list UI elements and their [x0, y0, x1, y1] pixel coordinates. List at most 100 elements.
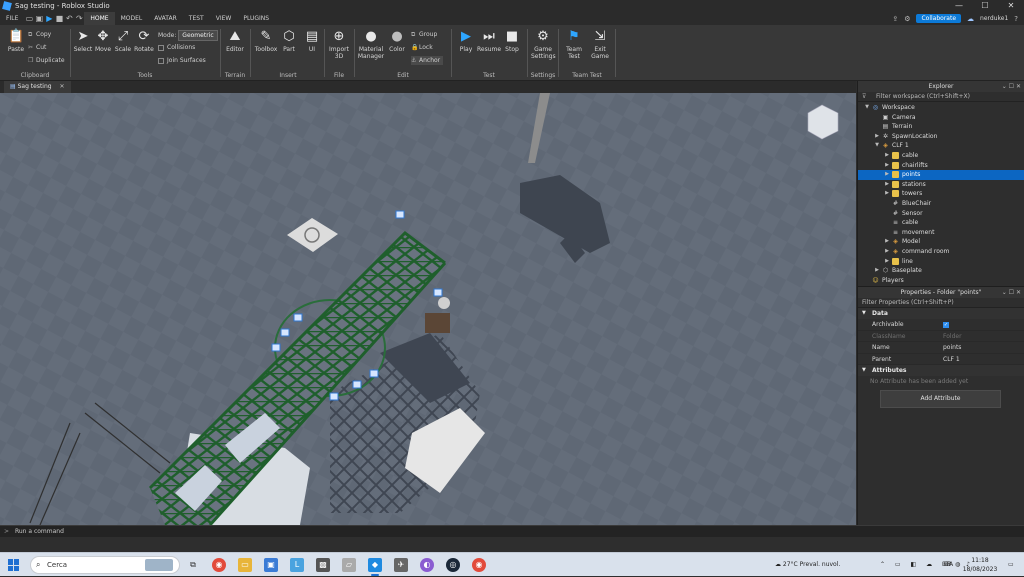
property-value[interactable]: points [943, 342, 961, 354]
app-icon-2[interactable]: ✈ [394, 558, 408, 572]
explorer-filter-input[interactable]: ⊽ Filter workspace (Ctrl+Shift+X) [858, 92, 1024, 102]
explorer-panel-controls[interactable]: ⌄ ☐ ✕ [1002, 81, 1021, 92]
archivable-checkbox[interactable]: ✓ [943, 322, 949, 328]
redo-icon[interactable]: ↷ [74, 14, 84, 23]
join-surfaces-checkbox[interactable] [158, 57, 164, 64]
expand-arrow-icon[interactable]: ▼ [874, 141, 880, 151]
expand-arrow-icon[interactable]: ▶ [874, 132, 880, 142]
3d-viewport[interactable] [0, 93, 856, 525]
join-surfaces-toggle[interactable]: Join Surfaces [158, 56, 206, 65]
l-app-icon[interactable]: L [290, 558, 304, 572]
explorer-item[interactable]: ▶ stations [858, 180, 1024, 190]
notifications-icon[interactable]: ▭ [1008, 553, 1014, 577]
properties-filter-input[interactable]: Filter Properties (Ctrl+Shift+P) [858, 298, 1024, 308]
team-test-button[interactable]: ⚑ Team Test [562, 29, 586, 60]
close-tab-icon[interactable]: ✕ [60, 83, 65, 90]
user-name[interactable]: nerduke1 [980, 15, 1008, 22]
open-icon[interactable]: ▣ [34, 14, 44, 23]
paste-button[interactable]: 📋 Paste [4, 29, 28, 53]
chrome-icon[interactable]: ◉ [212, 558, 226, 572]
maximize-button[interactable]: ☐ [972, 0, 998, 12]
game-settings-button[interactable]: ⚙ Game Settings [531, 29, 556, 60]
stop-button[interactable]: ■ Stop [500, 29, 524, 53]
group-button[interactable]: ⧉ Group [411, 30, 437, 39]
property-row[interactable]: Name points [858, 342, 1024, 354]
tab-view[interactable]: VIEW [210, 12, 238, 25]
task-view-icon[interactable]: ⧉ [186, 558, 200, 572]
explorer-item[interactable]: ▶ ◈ command room [858, 247, 1024, 257]
material-manager-button[interactable]: ● Material Manager [357, 29, 385, 60]
terrain-editor-button[interactable]: ⛰ Editor [223, 29, 247, 53]
property-value[interactable]: CLF 1 [943, 354, 960, 366]
undo-icon[interactable]: ↶ [64, 14, 74, 23]
copy-button[interactable]: ⧉ Copy [28, 30, 51, 39]
close-window-button[interactable]: ✕ [998, 0, 1024, 12]
quick-stop-icon[interactable]: ■ [54, 14, 64, 23]
mode-dropdown[interactable]: Geometric [178, 30, 218, 41]
data-section-header[interactable]: ▼ Data [858, 308, 1024, 319]
exit-game-button[interactable]: ⇲ Exit Game [588, 29, 612, 60]
command-bar[interactable]: > Run a command [0, 525, 1024, 540]
tab-plugins[interactable]: PLUGINS [237, 12, 275, 25]
quick-play-icon[interactable]: ▶ [44, 14, 54, 23]
weather-widget[interactable]: ☁ 27°C Preval. nuvol. [775, 553, 840, 577]
explorer-item[interactable]: ≡ cable [858, 218, 1024, 228]
tab-model[interactable]: MODEL [115, 12, 149, 25]
resume-button[interactable]: ⏭ Resume [477, 29, 501, 53]
file-explorer-icon[interactable]: ▭ [238, 558, 252, 572]
chrome-icon-2[interactable]: ◉ [472, 558, 486, 572]
expand-arrow-icon[interactable]: ▶ [884, 151, 890, 161]
play-button[interactable]: ▶ Play [454, 29, 478, 53]
property-row[interactable]: Archivable ✓ [858, 319, 1024, 331]
save-icon[interactable]: ▭ [24, 14, 34, 23]
import-3d-button[interactable]: ⊕ Import 3D [327, 29, 351, 60]
explorer-item[interactable]: ≡ movement [858, 228, 1024, 238]
explorer-item[interactable]: ▶ chairlifts [858, 161, 1024, 171]
collisions-toggle[interactable]: Collisions [158, 43, 195, 52]
tab-test[interactable]: TEST [183, 12, 210, 25]
toolbox-button[interactable]: ✎ Toolbox [254, 29, 278, 53]
explorer-item[interactable]: ▶ ◈ Model [858, 237, 1024, 247]
mode-selector[interactable]: Mode: Geometric [158, 30, 218, 41]
expand-arrow-icon[interactable]: ▶ [884, 161, 890, 171]
ui-button[interactable]: ▤ UI [300, 29, 324, 53]
explorer-item[interactable]: ▶ cable [858, 151, 1024, 161]
color-button[interactable]: ● Color [385, 29, 409, 53]
expand-arrow-icon[interactable]: ▼ [864, 103, 870, 113]
taskbar-search-box[interactable]: ⌕ Cerca [30, 556, 180, 574]
part-button[interactable]: ⬡ Part [277, 29, 301, 53]
explorer-item[interactable]: # BlueChair [858, 199, 1024, 209]
tab-home[interactable]: HOME [84, 12, 115, 25]
attributes-section-header[interactable]: ▼ Attributes [858, 365, 1024, 376]
anchor-button[interactable]: ⚓ Anchor [411, 56, 444, 65]
expand-arrow-icon[interactable]: ▶ [884, 180, 890, 190]
explorer-item[interactable]: ▼ ◈ CLF 1 [858, 141, 1024, 151]
cloud-icon[interactable]: ☁ [967, 15, 974, 23]
command-input[interactable]: Run a command [15, 528, 64, 535]
explorer-item[interactable]: ▼ ◎ Workspace [858, 103, 1024, 113]
steam-icon[interactable]: ◎ [446, 558, 460, 572]
explorer-item[interactable]: ▶ ⬡ Baseplate [858, 266, 1024, 276]
explorer-item[interactable]: ▶ towers [858, 189, 1024, 199]
explorer-item[interactable]: # Sensor [858, 209, 1024, 219]
explorer-item[interactable]: ▣ Camera [858, 113, 1024, 123]
photos-icon[interactable]: ▣ [264, 558, 278, 572]
minimize-button[interactable]: — [946, 0, 972, 12]
explorer-item[interactable]: ▶ line [858, 257, 1024, 267]
property-row[interactable]: Parent CLF 1 [858, 354, 1024, 366]
expand-arrow-icon[interactable]: ▶ [884, 189, 890, 199]
explorer-item[interactable]: ▶ points [858, 170, 1024, 180]
rotate-tool-button[interactable]: ⟳ Rotate [132, 29, 156, 53]
explorer-item[interactable]: ▶ ✲ SpawnLocation [858, 132, 1024, 142]
collaborate-button[interactable]: Collaborate [916, 14, 962, 23]
lock-button[interactable]: 🔒Lock [411, 43, 433, 52]
roblox-studio-taskbar-icon[interactable]: ◆ [368, 558, 382, 576]
explorer-item[interactable]: ▤ Terrain [858, 122, 1024, 132]
property-row[interactable]: ClassName Folder [858, 331, 1024, 342]
file-menu[interactable]: FILE [0, 12, 24, 25]
cut-button[interactable]: ✂ Cut [28, 43, 46, 52]
app-icon-3[interactable]: ◐ [420, 558, 434, 572]
expand-arrow-icon[interactable]: ▶ [884, 237, 890, 247]
expand-arrow-icon[interactable]: ▶ [884, 247, 890, 257]
duplicate-button[interactable]: ❐ Duplicate [28, 56, 65, 65]
